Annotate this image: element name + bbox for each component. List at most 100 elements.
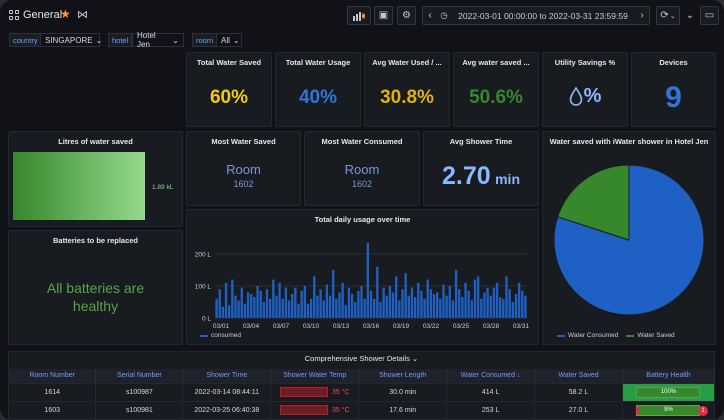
bar[interactable]	[524, 295, 527, 318]
column-header-serial-number[interactable]: Serial Number	[95, 369, 184, 383]
bar[interactable]	[344, 305, 347, 318]
bar[interactable]	[369, 290, 373, 318]
bar[interactable]	[316, 295, 319, 318]
bar[interactable]	[473, 279, 477, 318]
bar[interactable]	[486, 287, 489, 318]
bar[interactable]	[505, 276, 508, 318]
bar[interactable]	[281, 298, 284, 318]
stat-panel-avg-water-used[interactable]: Avg Water Used / ... 30.8%	[364, 52, 450, 127]
bar[interactable]	[448, 286, 451, 318]
bar[interactable]	[291, 294, 294, 318]
bar[interactable]	[514, 294, 518, 318]
bar[interactable]	[259, 290, 262, 318]
bar[interactable]	[376, 266, 379, 318]
bar[interactable]	[517, 282, 521, 318]
bar[interactable]	[385, 295, 388, 318]
bar[interactable]	[325, 284, 329, 318]
bar[interactable]	[319, 289, 322, 318]
variable-select-country[interactable]: SINGAPORE ⌄	[40, 33, 102, 47]
bar[interactable]	[268, 298, 272, 318]
time-back-chevron-icon[interactable]: ‹	[423, 10, 437, 21]
bar[interactable]	[303, 286, 306, 318]
variable-select-room[interactable]: All ⌄	[216, 33, 242, 47]
bar[interactable]	[464, 282, 467, 318]
bar[interactable]	[278, 282, 281, 318]
bar[interactable]	[366, 242, 370, 318]
bar-gauge-panel-litres-saved[interactable]: Litres of water saved 1.89 kL	[8, 131, 183, 227]
bar[interactable]	[360, 286, 363, 318]
bar[interactable]	[297, 303, 300, 318]
pie-legend-item-saved[interactable]: Water Saved	[626, 332, 675, 339]
bar[interactable]	[262, 302, 266, 318]
bar[interactable]	[470, 300, 474, 318]
chart-legend[interactable]: consumed	[200, 332, 241, 339]
settings-gear-icon[interactable]: ⚙	[397, 6, 416, 25]
batteries-panel[interactable]: Batteries to be replaced All batteries a…	[8, 230, 183, 345]
chevron-down-icon[interactable]: ⌄	[683, 6, 697, 25]
bar[interactable]	[521, 290, 524, 318]
time-range-picker[interactable]: ‹ ◷ 2022-03-01 00:00:00 to 2022-03-31 23…	[422, 6, 650, 25]
bar[interactable]	[328, 295, 332, 318]
time-forward-chevron-icon[interactable]: ›	[635, 10, 649, 21]
bar[interactable]	[287, 300, 291, 318]
bar[interactable]	[391, 292, 395, 318]
bar[interactable]	[231, 279, 234, 318]
bar[interactable]	[341, 282, 344, 318]
column-header-water-consumed[interactable]: Water Consumed ↓	[446, 369, 536, 383]
bar[interactable]	[215, 298, 218, 318]
bar[interactable]	[410, 287, 414, 318]
bar[interactable]	[332, 270, 335, 318]
pie-legend[interactable]: Water Consumed Water Saved	[557, 332, 675, 339]
tv-mode-icon[interactable]: ▭	[700, 6, 719, 25]
bar[interactable]	[436, 292, 439, 318]
bar[interactable]	[272, 279, 275, 318]
bar[interactable]	[347, 287, 351, 318]
dashboard-title[interactable]: General	[23, 9, 62, 21]
bar[interactable]	[511, 302, 514, 318]
column-header-water-saved[interactable]: Water Saved	[534, 369, 623, 383]
bar[interactable]	[250, 294, 253, 318]
bar[interactable]	[439, 298, 442, 318]
star-icon[interactable]: ★	[60, 7, 71, 21]
bar[interactable]	[218, 289, 221, 318]
bar[interactable]	[265, 289, 269, 318]
bar[interactable]	[275, 295, 278, 318]
most-water-saved-panel[interactable]: Most Water Saved Room 1602	[186, 131, 301, 206]
bar[interactable]	[234, 295, 237, 318]
bar[interactable]	[492, 287, 496, 318]
bar[interactable]	[309, 298, 313, 318]
stat-panel-total-water-usage[interactable]: Total Water Usage 40%	[275, 52, 361, 127]
bar[interactable]	[467, 290, 470, 318]
bar[interactable]	[413, 297, 417, 318]
bar[interactable]	[253, 297, 256, 318]
bar[interactable]	[224, 282, 228, 318]
stat-panel-avg-water-saved[interactable]: Avg water saved ... 50.6%	[453, 52, 539, 127]
bar[interactable]	[426, 279, 429, 318]
bar[interactable]	[350, 294, 354, 318]
bar[interactable]	[508, 289, 511, 318]
bar[interactable]	[429, 289, 433, 318]
bar[interactable]	[458, 289, 461, 318]
column-header-room-number[interactable]: Room Number	[9, 369, 97, 383]
bar[interactable]	[363, 298, 366, 318]
bar[interactable]	[502, 298, 505, 318]
bar[interactable]	[221, 306, 225, 318]
pie-legend-item-consumed[interactable]: Water Consumed	[557, 332, 618, 339]
bar[interactable]	[382, 287, 385, 318]
refresh-button[interactable]: ⟳ ⌄	[656, 6, 680, 25]
bar[interactable]	[357, 290, 360, 318]
column-header-water-temp[interactable]: Shower Water Temp	[270, 369, 360, 383]
variable-select-hotel[interactable]: Hotel Jen ⌄	[132, 31, 184, 49]
bar[interactable]	[483, 292, 486, 318]
avg-shower-time-panel[interactable]: Avg Shower Time 2.70 min	[423, 131, 539, 206]
dashboards-grid-icon[interactable]	[9, 10, 19, 20]
stat-panel-devices[interactable]: Devices 9	[631, 52, 716, 127]
bar[interactable]	[354, 302, 357, 318]
column-header-shower-time[interactable]: Shower Time	[182, 369, 272, 383]
bar[interactable]	[401, 289, 404, 318]
most-water-consumed-panel[interactable]: Most Water Consumed Room 1602	[304, 131, 420, 206]
bar[interactable]	[300, 290, 303, 318]
bar[interactable]	[379, 302, 382, 318]
bar[interactable]	[306, 303, 310, 318]
bar[interactable]	[480, 298, 483, 318]
